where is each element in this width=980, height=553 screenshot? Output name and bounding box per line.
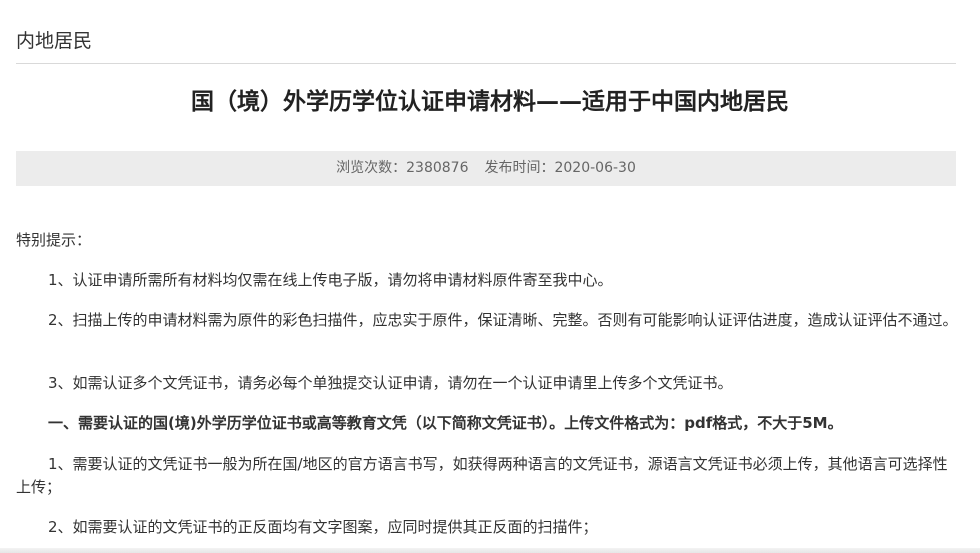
publish-date-label: 发布时间： xyxy=(484,160,555,176)
views-count: 2380876 xyxy=(406,160,469,176)
publish-date: 2020-06-30 xyxy=(554,160,636,176)
section1-item-1: 1、需要认证的文凭证书一般为所在国/地区的官方语言书写，如获得两种语言的文凭证书… xyxy=(16,455,948,496)
page-bottom-edge xyxy=(0,548,980,553)
section1-heading: 一、需要认证的国(境)外学历学位证书或高等教育文凭（以下简称文凭证书）。上传文件… xyxy=(48,414,843,432)
views-label: 浏览次数： xyxy=(336,160,407,176)
notice-item-2: 2、扫描上传的申请材料需为原件的彩色扫描件，应忠实于原件，保证清晰、完整。否则有… xyxy=(48,311,958,329)
meta-bar: 浏览次数：2380876 发布时间：2020-06-30 xyxy=(16,151,956,186)
notice-heading: 特别提示： xyxy=(16,231,92,249)
section-title: 内地居民 xyxy=(16,30,93,52)
section1-item-2: 2、如需要认证的文凭证书的正反面均有文字图案，应同时提供其正反面的扫描件； xyxy=(48,518,598,536)
article-title: 国（境）外学历学位认证申请材料——适用于中国内地居民 xyxy=(191,89,789,115)
notice-item-3: 3、如需认证多个文凭证书，请务必每个单独提交认证申请，请勿在一个认证申请里上传多… xyxy=(48,374,733,392)
notice-item-1: 1、认证申请所需所有材料均仅需在线上传电子版，请勿将申请材料原件寄至我中心。 xyxy=(48,271,613,289)
section-divider xyxy=(16,63,956,64)
